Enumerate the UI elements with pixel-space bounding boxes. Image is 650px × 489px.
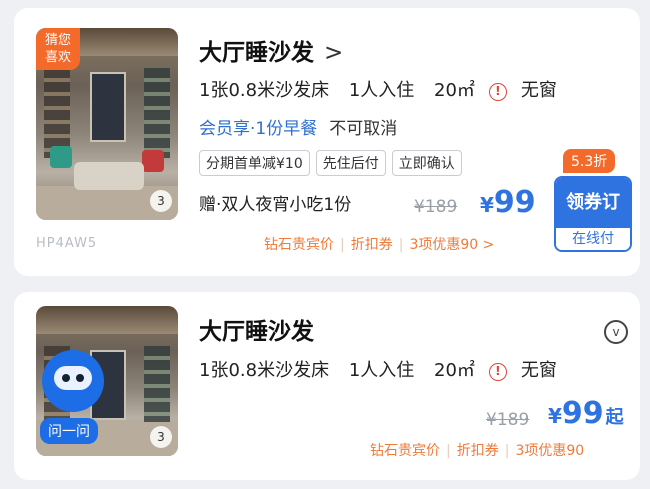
- room-title[interactable]: 大厅睡沙发 >: [199, 33, 343, 67]
- assistant-mascot-icon[interactable]: [42, 350, 104, 412]
- warning-icon: !: [488, 83, 507, 101]
- tag-item: 分期首单减¥10: [199, 150, 310, 176]
- promo-item: 3项优惠90: [515, 443, 585, 459]
- current-price: ¥99 起: [548, 396, 624, 431]
- currency-symbol: ¥: [548, 404, 562, 428]
- photo-shelf: [44, 68, 70, 158]
- book-button-label: 领券订: [556, 178, 630, 228]
- photo-window: [90, 72, 126, 142]
- promo-row[interactable]: 钻石贵宾价 | 折扣券 | 3项优惠90 >: [264, 234, 494, 254]
- promo-row[interactable]: 钻石贵宾价 | 折扣券 | 3项优惠90: [370, 440, 584, 460]
- mascot-eye: [62, 374, 70, 382]
- promo-item: 钻石贵宾价: [370, 443, 440, 459]
- badge-line: 猜您: [44, 33, 71, 48]
- badge-line: 喜欢: [44, 50, 71, 65]
- room-photo[interactable]: 猜您 喜欢 3: [36, 28, 178, 220]
- room-specs: 1张0.8米沙发床 1人入住 20㎡! 无窗: [199, 76, 571, 102]
- current-price: ¥99: [480, 185, 536, 220]
- room-title-text: 大厅睡沙发: [199, 40, 314, 66]
- area-info: 20㎡: [434, 360, 475, 381]
- cancel-policy: 不可取消: [329, 119, 398, 139]
- ask-button[interactable]: 问一问: [40, 418, 98, 444]
- room-specs: 1张0.8米沙发床 1人入住 20㎡! 无窗: [199, 356, 571, 382]
- promo-item: 钻石贵宾价: [264, 237, 334, 253]
- photo-count-badge: 3: [150, 426, 172, 448]
- chevron-right-icon[interactable]: >: [324, 40, 343, 66]
- occupancy-info: 1人入住: [348, 360, 415, 381]
- photo-ceiling: [36, 306, 178, 334]
- promo-item: 折扣券: [456, 443, 499, 459]
- original-price: ¥189: [486, 410, 530, 430]
- photo-sofa: [74, 162, 144, 190]
- price-value: 99: [561, 396, 604, 431]
- discount-badge: 5.3折: [563, 149, 616, 173]
- member-perks: 会员享·1份早餐 不可取消: [199, 114, 397, 139]
- watermark: HP4AW5: [36, 236, 98, 251]
- original-price: ¥189: [414, 197, 458, 217]
- book-button-sub: 在线付: [556, 228, 630, 250]
- room-title[interactable]: 大厅睡沙发: [199, 312, 314, 346]
- occupancy-info: 1人入住: [348, 80, 415, 101]
- promo-item: 折扣券: [350, 237, 393, 253]
- room-card-1[interactable]: 猜您 喜欢 3 HP4AW5 大厅睡沙发 > 1张0.8米沙发床 1人入住 20㎡…: [14, 8, 640, 276]
- book-button[interactable]: 领券订 在线付: [554, 176, 632, 252]
- tag-item: 先住后付: [315, 150, 386, 176]
- warning-icon: !: [488, 363, 507, 381]
- window-info: 无窗: [520, 80, 557, 101]
- recommend-badge: 猜您 喜欢: [36, 28, 80, 70]
- perks-text: 会员享·1份早餐: [199, 119, 318, 139]
- price-suffix: 起: [605, 407, 624, 428]
- tag-list: 分期首单减¥10 先住后付 立即确认: [199, 150, 462, 176]
- photo-count-badge: 3: [150, 190, 172, 212]
- photo-chair: [142, 150, 164, 172]
- bed-info: 1张0.8米沙发床: [199, 80, 330, 101]
- room-card-2[interactable]: 问一问 3 大厅睡沙发 v 1张0.8米沙发床 1人入住 20㎡! 无窗 ¥189…: [14, 292, 640, 480]
- mascot-eye: [76, 374, 84, 382]
- expand-chevron-icon[interactable]: v: [604, 320, 628, 344]
- photo-chair: [50, 146, 72, 168]
- bed-info: 1张0.8米沙发床: [199, 360, 330, 381]
- photo-shelf: [144, 68, 170, 158]
- currency-symbol: ¥: [480, 193, 494, 217]
- promo-item: 3项优惠90 >: [409, 237, 495, 253]
- gift-info: 赠·双人夜宵小吃1份: [199, 195, 352, 215]
- window-info: 无窗: [520, 360, 557, 381]
- tag-item: 立即确认: [391, 150, 462, 176]
- price-value: 99: [493, 185, 536, 220]
- mascot-face: [54, 366, 92, 390]
- area-info: 20㎡: [434, 80, 475, 101]
- room-photo[interactable]: 问一问 3: [36, 306, 178, 456]
